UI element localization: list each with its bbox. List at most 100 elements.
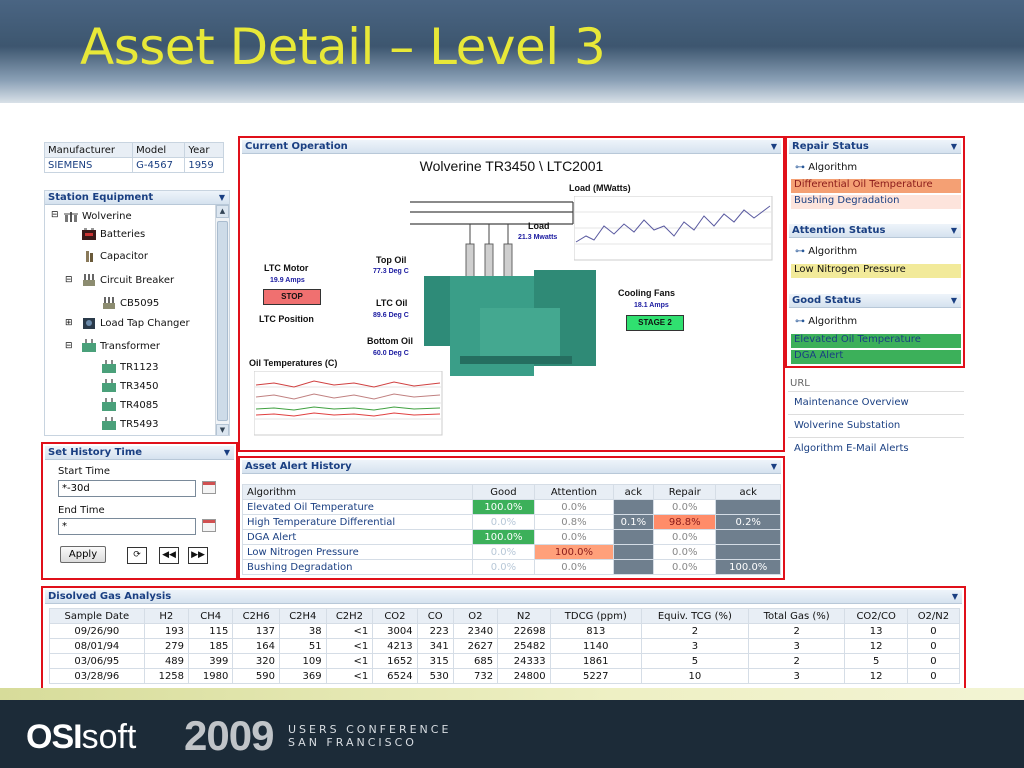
start-time-input[interactable] xyxy=(58,480,196,497)
table-row[interactable]: 03/06/95 489 399 320 109 <1 1652 315 685 24333 186… xyxy=(49,653,961,669)
dga-cell: 164 xyxy=(232,638,280,654)
dga-cell: 685 xyxy=(452,653,499,669)
alert-attention: 0.0% xyxy=(534,529,614,545)
footer: OSIsoft 2009 USERS CONFERENCE SAN FRANCI… xyxy=(0,700,1024,768)
dga-cell: <1 xyxy=(325,623,374,639)
transformer-icon xyxy=(101,379,117,393)
tree-item-cb5095[interactable]: CB5095 xyxy=(101,296,159,310)
tree-item-tr3450[interactable]: TR3450 xyxy=(101,379,159,393)
attention-status-header[interactable]: Attention Status ▼ xyxy=(789,224,961,238)
link-wolverine-substation[interactable]: Wolverine Substation xyxy=(794,420,900,431)
good-item-dga[interactable]: DGA Alert xyxy=(791,350,961,364)
repair-item-differential-oil[interactable]: Differential Oil Temperature xyxy=(791,179,961,193)
tree-item-load-tap-changer[interactable]: Load Tap Changer xyxy=(81,316,190,330)
dga-cell: 137 xyxy=(232,623,280,639)
collapse-icon[interactable]: ⊟ xyxy=(65,275,73,285)
chevron-down-icon[interactable]: ▼ xyxy=(224,446,230,460)
tree-label: CB5095 xyxy=(120,298,160,309)
fast-forward-icon[interactable]: ▶▶ xyxy=(188,547,208,564)
refresh-icon[interactable]: ⟳ xyxy=(127,547,147,564)
chevron-down-icon[interactable]: ▼ xyxy=(771,140,777,154)
conference-line-2: SAN FRANCISCO xyxy=(288,736,417,749)
collapse-icon[interactable]: ⊟ xyxy=(65,341,73,351)
table-row[interactable]: Elevated Oil Temperature 100.0% 0.0% 0.0… xyxy=(242,499,781,515)
tree-item-wolverine[interactable]: Wolverine xyxy=(63,209,132,223)
chevron-down-icon[interactable]: ▼ xyxy=(771,460,777,474)
battery-icon xyxy=(81,227,97,241)
chevron-down-icon[interactable]: ▼ xyxy=(219,191,225,205)
tree-item-transformer[interactable]: Transformer xyxy=(81,339,160,353)
dga-col-header: CO2 xyxy=(372,608,418,624)
top-oil-label: Top Oil xyxy=(376,255,407,265)
dga-cell: 38 xyxy=(279,623,327,639)
table-row[interactable]: 03/28/96 1258 1980 590 369 <1 6524 530 732 24800 5… xyxy=(49,668,961,684)
tree-item-tr5493[interactable]: TR5493 xyxy=(101,417,159,431)
repair-status-title: Repair Status xyxy=(792,141,869,152)
scroll-up-icon[interactable]: ▲ xyxy=(216,205,229,218)
tree-item-tr1123[interactable]: TR1123 xyxy=(101,360,159,374)
dga-cell: 1652 xyxy=(372,653,418,669)
alert-col-repair: Repair xyxy=(653,484,717,500)
table-row[interactable]: Bushing Degradation 0.0% 0.0% 0.0% 100.0… xyxy=(242,559,781,575)
rewind-icon[interactable]: ◀◀ xyxy=(159,547,179,564)
good-item-elevated-oil[interactable]: Elevated Oil Temperature xyxy=(791,334,961,348)
end-time-input[interactable] xyxy=(58,518,196,535)
chevron-down-icon[interactable]: ▼ xyxy=(951,294,957,308)
current-operation-header[interactable]: Current Operation ▼ xyxy=(242,140,781,154)
dga-cell: 5 xyxy=(844,653,908,669)
calendar-icon[interactable] xyxy=(202,519,216,532)
dga-cell: 0 xyxy=(906,668,961,684)
collapse-icon[interactable]: ⊟ xyxy=(51,210,59,220)
tree-label: TR4085 xyxy=(120,400,159,411)
dga-header[interactable]: Disolved Gas Analysis ▼ xyxy=(45,590,962,604)
attention-algorithm[interactable]: ⊶ Algorithm xyxy=(795,246,857,257)
tree-label: Wolverine xyxy=(82,211,132,222)
cooling-stage-button[interactable]: STAGE 2 xyxy=(626,315,684,331)
alert-history-table: Algorithm Good Attention ack Repair ack … xyxy=(242,484,781,575)
dga-col-header: O2 xyxy=(452,608,499,624)
table-row[interactable]: 08/01/94 279 185 164 51 <1 4213 341 2627 25482 114… xyxy=(49,638,961,654)
table-row[interactable]: 09/26/90 193 115 137 38 <1 3004 223 2340 22698 813… xyxy=(49,623,961,639)
chevron-down-icon[interactable]: ▼ xyxy=(951,224,957,238)
scroll-down-icon[interactable]: ▼ xyxy=(216,424,229,435)
repair-algorithm[interactable]: ⊶ Algorithm xyxy=(795,162,857,173)
chevron-down-icon[interactable]: ▼ xyxy=(952,590,958,604)
link-email-alerts[interactable]: Algorithm E-Mail Alerts xyxy=(794,443,909,454)
table-row[interactable]: Low Nitrogen Pressure 0.0% 100.0% 0.0% xyxy=(242,544,781,560)
table-row[interactable]: High Temperature Differential 0.0% 0.8% … xyxy=(242,514,781,530)
station-equipment-header[interactable]: Station Equipment ▼ xyxy=(45,191,229,205)
dga-cell: 1140 xyxy=(549,638,642,654)
dga-cell: 3004 xyxy=(372,623,418,639)
chevron-down-icon[interactable]: ▼ xyxy=(951,140,957,154)
repair-item-bushing[interactable]: Bushing Degradation xyxy=(791,195,961,209)
scroll-thumb[interactable] xyxy=(217,221,228,421)
alert-history-header[interactable]: Asset Alert History ▼ xyxy=(242,460,781,474)
dga-col-header: C2H6 xyxy=(232,608,280,624)
alert-ack: 100.0% xyxy=(715,559,781,575)
capacitor-icon xyxy=(81,249,97,263)
tree-scrollbar[interactable]: ▲ ▼ xyxy=(215,205,229,435)
tree-item-capacitor[interactable]: Capacitor xyxy=(81,249,148,263)
ltc-stop-button[interactable]: STOP xyxy=(263,289,321,305)
tree-label: TR5493 xyxy=(120,419,159,430)
expand-icon[interactable]: ⊞ xyxy=(65,318,73,328)
tree-label: TR3450 xyxy=(120,381,159,392)
tree-item-tr4085[interactable]: TR4085 xyxy=(101,398,159,412)
table-row[interactable]: DGA Alert 100.0% 0.0% 0.0% xyxy=(242,529,781,545)
good-algorithm[interactable]: ⊶ Algorithm xyxy=(795,316,857,327)
history-time-frame: Set History Time ▼ Start Time End Time A… xyxy=(41,442,238,580)
tree-item-circuit-breaker[interactable]: Circuit Breaker xyxy=(81,273,174,287)
dga-cell: <1 xyxy=(325,668,374,684)
attention-item-nitrogen[interactable]: Low Nitrogen Pressure xyxy=(791,264,961,278)
repair-status-header[interactable]: Repair Status ▼ xyxy=(789,140,961,154)
slide-header: Asset Detail – Level 3 xyxy=(0,0,1024,103)
footer-accent-line xyxy=(0,688,1024,700)
history-time-header[interactable]: Set History Time ▼ xyxy=(45,446,234,460)
calendar-icon[interactable] xyxy=(202,481,216,494)
apply-button[interactable]: Apply xyxy=(60,546,106,563)
link-maintenance-overview[interactable]: Maintenance Overview xyxy=(794,397,909,408)
dga-cell: 3 xyxy=(747,668,846,684)
key-icon: ⊶ xyxy=(795,246,805,257)
tree-item-batteries[interactable]: Batteries xyxy=(81,227,145,241)
good-status-header[interactable]: Good Status ▼ xyxy=(789,294,961,308)
